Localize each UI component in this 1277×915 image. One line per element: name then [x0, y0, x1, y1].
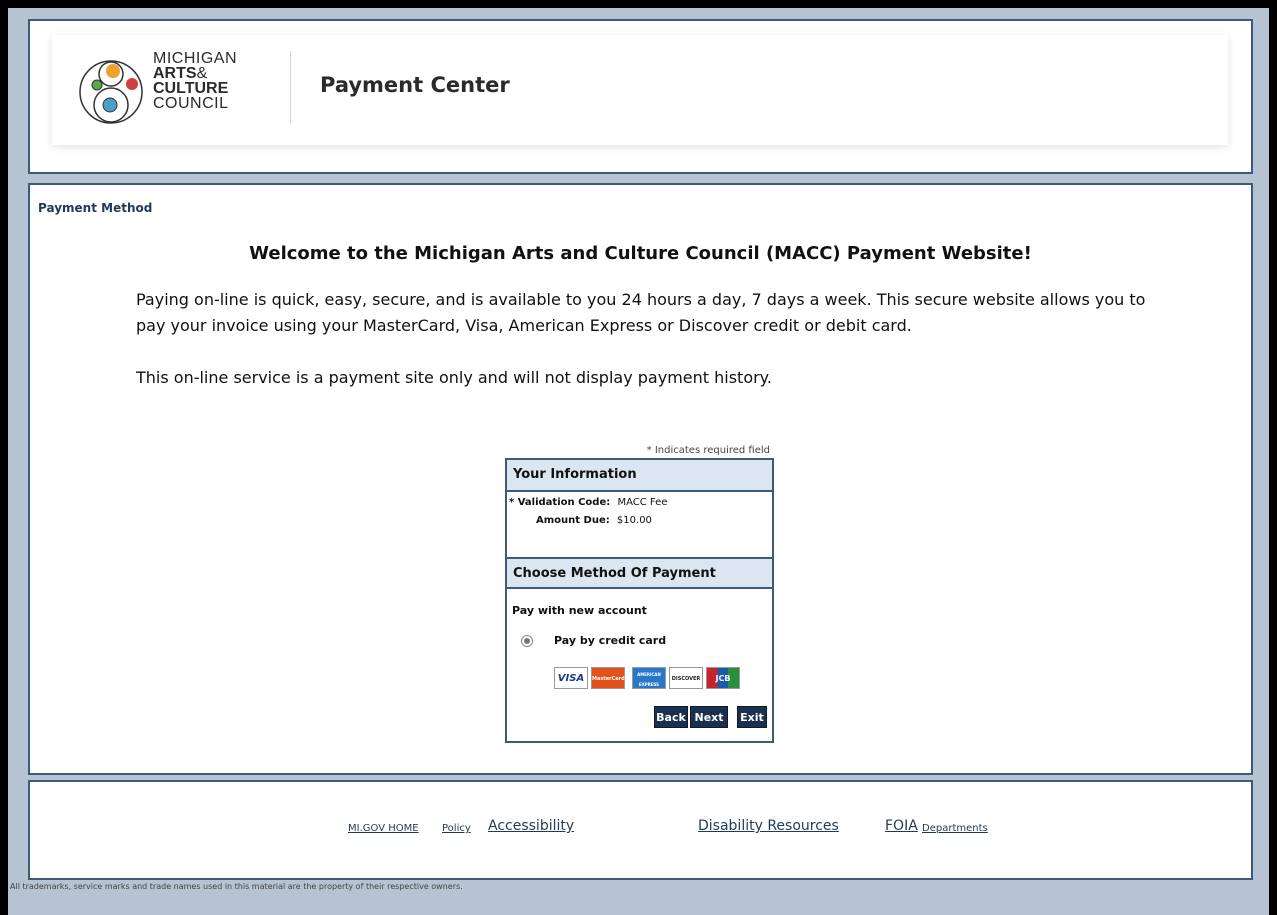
header-divider — [290, 51, 291, 123]
logo-line-council: COUNCIL — [153, 95, 229, 112]
footer-links: MI.GOV HOME Policy Accessibility Disabil… — [30, 818, 1251, 838]
mastercard-icon: MasterCard — [591, 667, 625, 689]
footer-panel: MI.GOV HOME Policy Accessibility Disabil… — [28, 780, 1253, 880]
intro-paragraph: Paying on-line is quick, easy, secure, a… — [136, 290, 1146, 335]
app-title: Payment Center — [320, 73, 510, 97]
amount-due-value: $10.00 — [616, 515, 652, 526]
credit-card-label[interactable]: Pay by credit card — [554, 634, 666, 647]
foia-link[interactable]: FOIA — [885, 818, 918, 834]
amex-card-icon: AMERICAN EXPRESS — [632, 667, 666, 689]
accessibility-link[interactable]: Accessibility — [488, 818, 574, 834]
back-button[interactable]: Back — [654, 706, 688, 728]
main-panel: Payment Method Welcome to the Michigan A… — [28, 183, 1253, 775]
payment-form: Your Information * Validation Code: MACC… — [505, 458, 774, 743]
next-button[interactable]: Next — [690, 706, 728, 728]
validation-code-row: * Validation Code: MACC Fee — [509, 497, 667, 508]
amount-due-label: Amount Due: — [536, 515, 610, 526]
header-card: MICHIGAN ARTS& CULTURE COUNCIL Payment C… — [52, 35, 1228, 145]
section-label: Payment Method — [38, 201, 153, 215]
validation-code-label: * Validation Code: — [509, 497, 611, 508]
discover-card-icon: DISCOVER — [669, 667, 703, 689]
header-panel: MICHIGAN ARTS& CULTURE COUNCIL Payment C… — [28, 19, 1253, 174]
jcb-card-icon: JCB — [706, 667, 740, 689]
exit-button[interactable]: Exit — [737, 706, 767, 728]
pay-new-account-label: Pay with new account — [512, 604, 647, 617]
disability-resources-link[interactable]: Disability Resources — [698, 818, 839, 834]
trademark-disclaimer: All trademarks, service marks and trade … — [10, 882, 463, 891]
logo-wordmark: MICHIGAN ARTS& CULTURE COUNCIL — [153, 50, 237, 112]
required-field-note: * Indicates required field — [646, 445, 770, 456]
choose-method-heading: Choose Method Of Payment — [507, 557, 772, 589]
history-note: This on-line service is a payment site o… — [136, 368, 772, 387]
policy-link[interactable]: Policy — [442, 823, 471, 834]
logo-line-culture: CULTURE — [153, 80, 229, 97]
page-frame: MICHIGAN ARTS& CULTURE COUNCIL Payment C… — [8, 8, 1269, 915]
visa-card-icon: VISA — [554, 667, 588, 689]
welcome-title: Welcome to the Michigan Arts and Culture… — [249, 243, 1032, 264]
logo-circles-icon — [79, 60, 143, 124]
your-information-heading: Your Information — [507, 460, 772, 492]
validation-code-value: MACC Fee — [617, 497, 668, 508]
logo-line-michigan: MICHIGAN — [153, 50, 237, 67]
departments-link[interactable]: Departments — [922, 823, 988, 834]
amount-due-row: Amount Due: $10.00 — [536, 515, 652, 526]
credit-card-radio[interactable] — [521, 635, 533, 647]
mi-gov-home-link[interactable]: MI.GOV HOME — [348, 823, 419, 834]
macc-logo[interactable]: MICHIGAN ARTS& CULTURE COUNCIL — [78, 49, 268, 133]
